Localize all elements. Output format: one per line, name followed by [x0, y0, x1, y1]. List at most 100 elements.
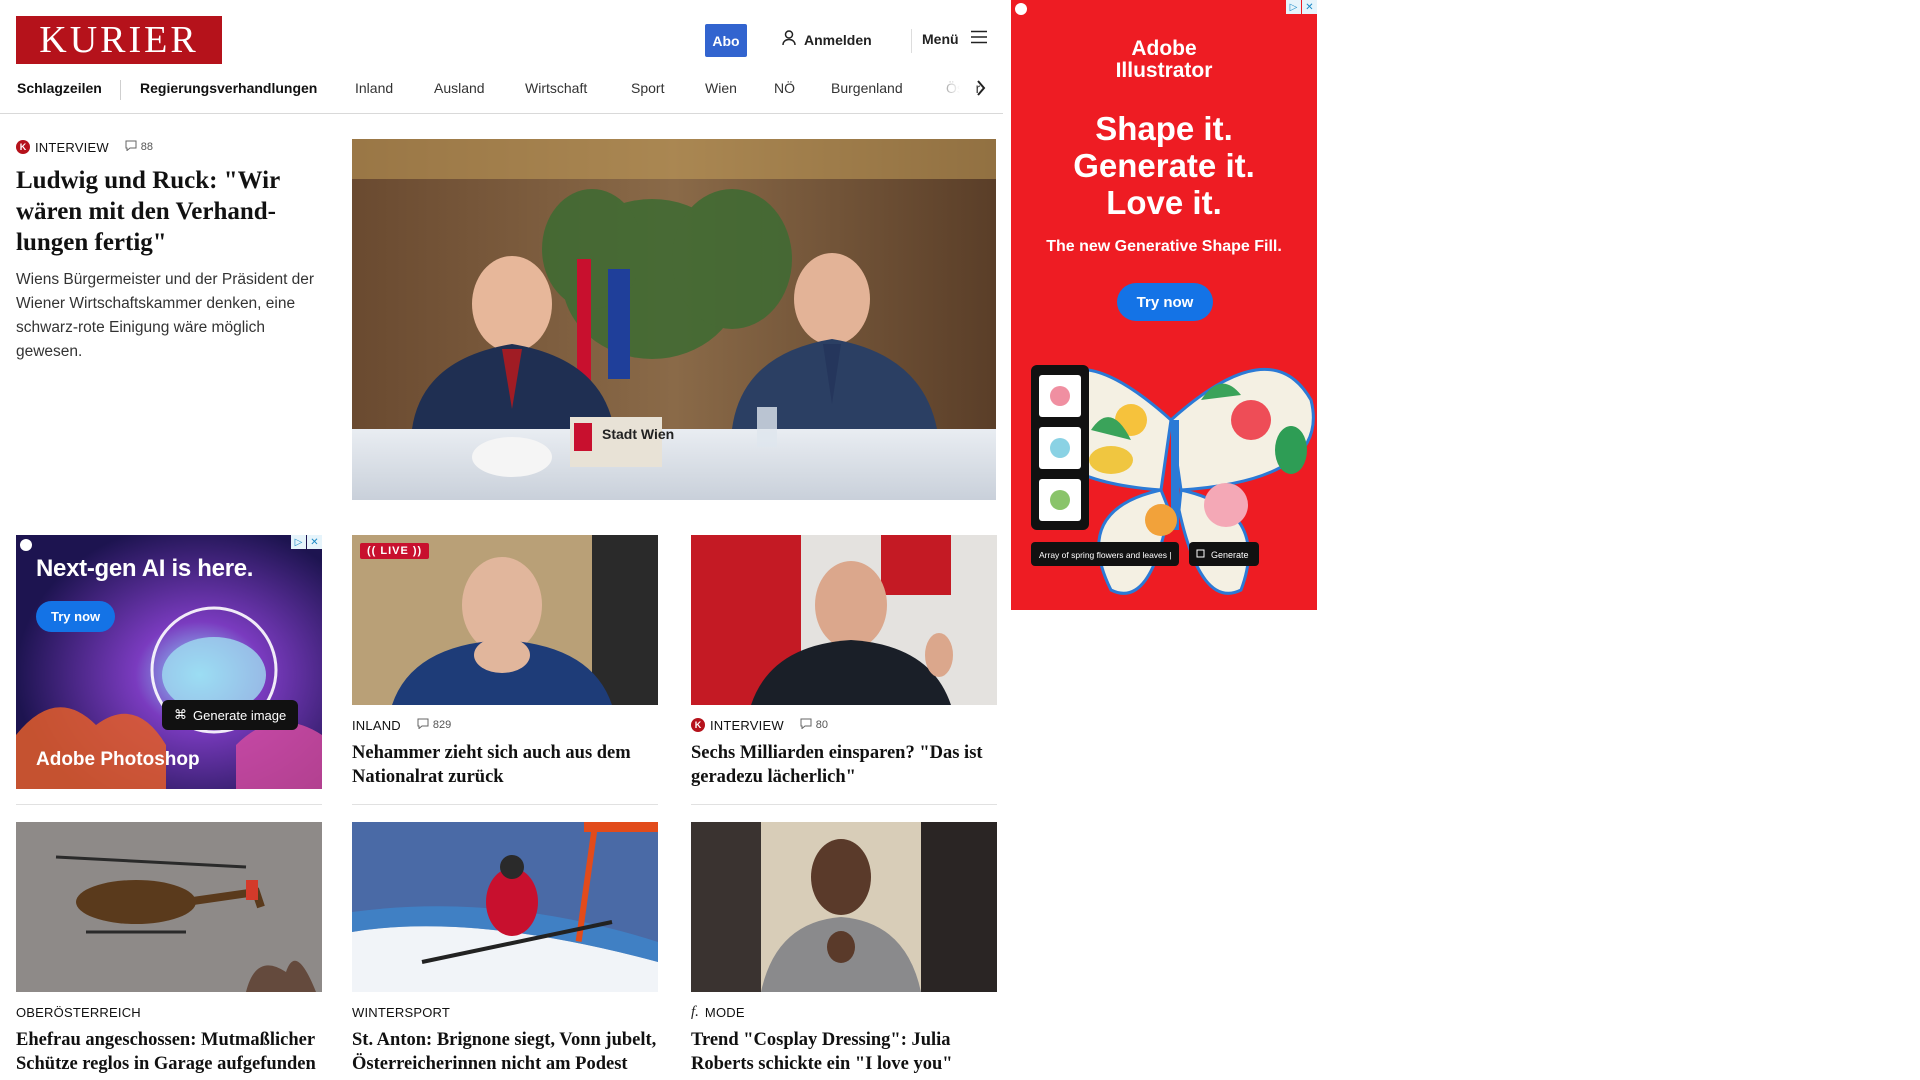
kurier-plus-icon: K: [691, 718, 705, 732]
ad-headline-3: Love it.: [1106, 184, 1222, 221]
ad-photoshop[interactable]: ▷ ✕ Next-gen AI is here. Try now ⌘ Gener…: [16, 535, 322, 789]
article-image[interactable]: [691, 822, 997, 992]
user-icon: [782, 30, 796, 49]
ad-generate-text[interactable]: Generate: [1211, 550, 1249, 560]
article-card[interactable]: K Interview 80 Sechs Milliarden einspare…: [691, 535, 997, 789]
site-header: KURIER Abo Anmelden Menü Schlagzeilen Re…: [0, 0, 1003, 114]
nav-item-inland[interactable]: Inland: [355, 80, 393, 96]
article-kicker: Oberösterreich: [16, 1004, 322, 1020]
article-headline[interactable]: Trend "Cosplay Dressing": Julia Roberts …: [691, 1028, 997, 1076]
ad-illustrator[interactable]: ▷ ✕ Adobe Illustrator Shape it. Generate…: [1011, 0, 1317, 610]
ad-badge-icon: [20, 539, 32, 551]
ad-prompt-text: Array of spring flowers and leaves |: [1039, 550, 1172, 560]
article-kicker: K Interview 80: [691, 717, 997, 733]
nav-item-sport[interactable]: Sport: [631, 80, 664, 96]
article-card[interactable]: Wintersport St. Anton: Brignone siegt, V…: [352, 822, 658, 1076]
row-divider: [352, 804, 658, 805]
article-headline[interactable]: Ehefrau angeschossen: Mutmaßli­cher Schü…: [16, 1028, 322, 1076]
ad-headline-2: Generate it.: [1073, 147, 1255, 184]
ad-try-now-button[interactable]: Try now: [36, 601, 116, 632]
lead-teaser: Wiens Bürgermeister und der Präsident de…: [16, 271, 315, 360]
nav-item-wirtschaft[interactable]: Wirtschaft: [525, 80, 587, 96]
lead-kicker: K Interview 88: [16, 139, 322, 155]
hamburger-icon: [970, 30, 987, 47]
ad-brand: Adobe Illustrator: [1011, 38, 1317, 82]
kurier-logo[interactable]: KURIER: [16, 16, 222, 64]
nav-divider: [120, 80, 121, 100]
row-divider: [16, 804, 322, 805]
ad-brand-line2: Illustrator: [1115, 59, 1213, 82]
ad-subline: The new Generative Shape Fill.: [1046, 238, 1282, 255]
ad-close-icon[interactable]: ✕: [307, 535, 322, 549]
kicker-label: Wintersport: [352, 1004, 451, 1020]
lead-image[interactable]: Stadt Wien: [352, 139, 996, 500]
nav-item-schlagzeilen[interactable]: Schlagzeilen: [17, 80, 102, 96]
ad-generate-chip[interactable]: ⌘ Generate image: [162, 700, 299, 730]
article-headline[interactable]: Nehammer zieht sich auch aus dem Nationa…: [352, 741, 658, 789]
lead-article[interactable]: K Interview 88 Ludwig und Ruck: "Wir wär…: [16, 139, 322, 364]
ad-try-now-button[interactable]: Try now: [1117, 283, 1213, 321]
comment-count-value: 88: [140, 141, 154, 153]
ad-choices[interactable]: ▷ ✕: [291, 535, 322, 549]
kurier-plus-icon: K: [16, 140, 30, 154]
ad-headline: Next-gen AI is here.: [36, 555, 254, 582]
lead-headline[interactable]: Ludwig und Ruck: "Wir wären mit den Verh…: [16, 165, 322, 258]
comment-icon: [800, 718, 812, 732]
live-badge: (( LIVE )): [360, 543, 430, 559]
comment-count[interactable]: 829: [417, 718, 451, 732]
ad-close-icon[interactable]: ✕: [1302, 0, 1317, 14]
ad-headline-1: Shape it.: [1095, 110, 1233, 147]
nav-item-wien[interactable]: Wien: [705, 80, 737, 96]
ad-brand: Adobe Photoshop: [36, 749, 200, 770]
article-kicker: f. Mode: [691, 1004, 997, 1020]
article-card[interactable]: (( LIVE )) Inland 829 Nehammer zieht sic…: [352, 535, 658, 789]
kicker-label: Oberösterreich: [16, 1004, 141, 1020]
nav-item-noe[interactable]: NÖ: [774, 80, 795, 96]
article-image[interactable]: [352, 822, 658, 992]
ad-generate-label: Generate image: [193, 707, 287, 723]
article-image[interactable]: [16, 822, 322, 992]
comment-icon: [417, 718, 429, 732]
comment-icon: [125, 140, 137, 154]
comment-count-value: 829: [432, 719, 452, 731]
comment-count[interactable]: 88: [125, 140, 153, 154]
article-image[interactable]: (( LIVE )): [352, 535, 658, 705]
article-image[interactable]: [691, 535, 997, 705]
kicker-label: Interview: [35, 139, 109, 155]
article-card[interactable]: Oberösterreich Ehefrau angeschossen: Mut…: [16, 822, 322, 1076]
butterfly-illustration: Array of spring flowers and leaves | Gen…: [1031, 365, 1315, 595]
chevron-right-icon: [976, 79, 986, 101]
article-kicker: Inland 829: [352, 717, 658, 733]
kicker-label: Mode: [704, 1004, 745, 1020]
login-link[interactable]: Anmelden: [782, 30, 872, 49]
article-headline[interactable]: St. Anton: Brignone siegt, Vonn ju­belt,…: [352, 1028, 658, 1076]
menu-label: Menü: [922, 30, 959, 47]
abo-button[interactable]: Abo: [705, 24, 747, 57]
header-divider: [911, 29, 912, 53]
row-divider: [691, 804, 997, 805]
table-sign-text: Stadt Wien: [602, 426, 674, 442]
menu-button[interactable]: Menü: [922, 30, 987, 47]
article-card[interactable]: f. Mode Trend "Cosplay Dressing": Julia …: [691, 822, 997, 1076]
ad-info-icon[interactable]: ▷: [291, 535, 306, 549]
ad-headline: Shape it. Generate it. Love it.: [1011, 110, 1317, 221]
ad-info-icon[interactable]: ▷: [1286, 0, 1301, 14]
nav-item-ausland[interactable]: Ausland: [434, 80, 485, 96]
login-label: Anmelden: [804, 31, 872, 48]
comment-count-value: 80: [815, 719, 829, 731]
comment-count[interactable]: 80: [800, 718, 828, 732]
ad-brand-line1: Adobe: [1131, 37, 1197, 60]
section-nav: Schlagzeilen Regierungsverhandlungen Inl…: [16, 80, 986, 100]
kicker-label: Inland: [352, 717, 401, 733]
ad-choices[interactable]: ▷ ✕: [1286, 0, 1317, 14]
freizeit-icon: f.: [691, 1003, 699, 1020]
kicker-label: Interview: [710, 717, 784, 733]
nav-item-burgenland[interactable]: Burgenland: [831, 80, 903, 96]
sparkle-icon: ⌘: [174, 707, 187, 722]
ad-badge-icon: [1015, 3, 1027, 15]
article-headline[interactable]: Sechs Milliarden einsparen? "Das ist ger…: [691, 741, 997, 789]
nav-scroll-right-button[interactable]: [972, 78, 990, 102]
article-kicker: Wintersport: [352, 1004, 658, 1020]
nav-item-regierungsverhandlungen[interactable]: Regierungsverhandlungen: [140, 80, 317, 96]
nav-fade: [925, 78, 975, 102]
